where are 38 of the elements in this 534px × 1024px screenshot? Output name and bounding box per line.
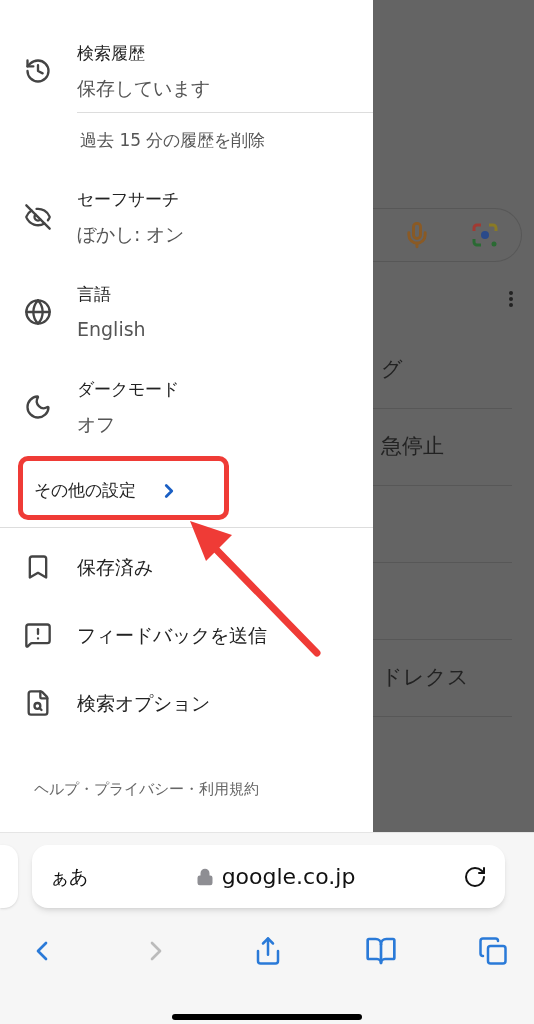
reload-icon[interactable] [463,864,487,889]
globe-icon [23,297,52,326]
moon-icon [23,392,52,421]
setting-item[interactable]: 言語 English [0,264,373,359]
setting-value: オフ [77,411,116,437]
history-icon [23,57,52,85]
setting-title: 検索履歴 [77,42,146,65]
more-options-icon[interactable] [508,290,514,308]
footer-links[interactable]: ヘルプ・プライバシー・利用規約 [34,780,259,798]
text-size-button[interactable]: ぁあ [50,862,88,891]
menu-item-label: フィードバックを送信 [77,622,267,648]
book-icon[interactable] [364,935,397,967]
setting-item[interactable]: 検索履歴 保存しています [0,30,373,112]
menu-item[interactable]: 保存済み [0,533,373,601]
more-settings-button[interactable]: その他の設定 [34,470,180,511]
menu-item-label: 保存済み [77,554,153,580]
setting-title: ダークモード [77,377,179,401]
feedback-icon [23,621,52,649]
menu-item[interactable]: フィードバックを送信 [0,601,373,669]
setting-value: ぼかし: オン [77,221,185,247]
result-text: ドレクス [381,664,469,692]
setting-title: セーフサーチ [77,187,180,211]
setting-value: English [77,316,146,342]
menu-item-label: 検索オプション [77,690,210,716]
url-text: google.co.jp [221,863,356,891]
setting-value: 保存しています [77,76,210,101]
setting-item[interactable]: セーフサーチ ぼかし: オン [0,169,373,264]
lock-icon [195,867,214,886]
menu-item[interactable]: 検索オプション [0,669,373,737]
delete-history-link[interactable]: 過去 15 分の履歴を削除 [80,128,266,154]
setting-item[interactable]: ダークモード オフ [0,359,373,454]
tabs-icon[interactable] [478,936,508,966]
address-bar[interactable]: ぁあ google.co.jp [32,845,505,908]
result-text: グ [381,356,403,384]
camera-lens-icon[interactable] [471,221,499,249]
eye-off-icon [23,202,52,231]
setting-title: 言語 [77,282,112,306]
result-text: 急停止 [381,433,444,461]
